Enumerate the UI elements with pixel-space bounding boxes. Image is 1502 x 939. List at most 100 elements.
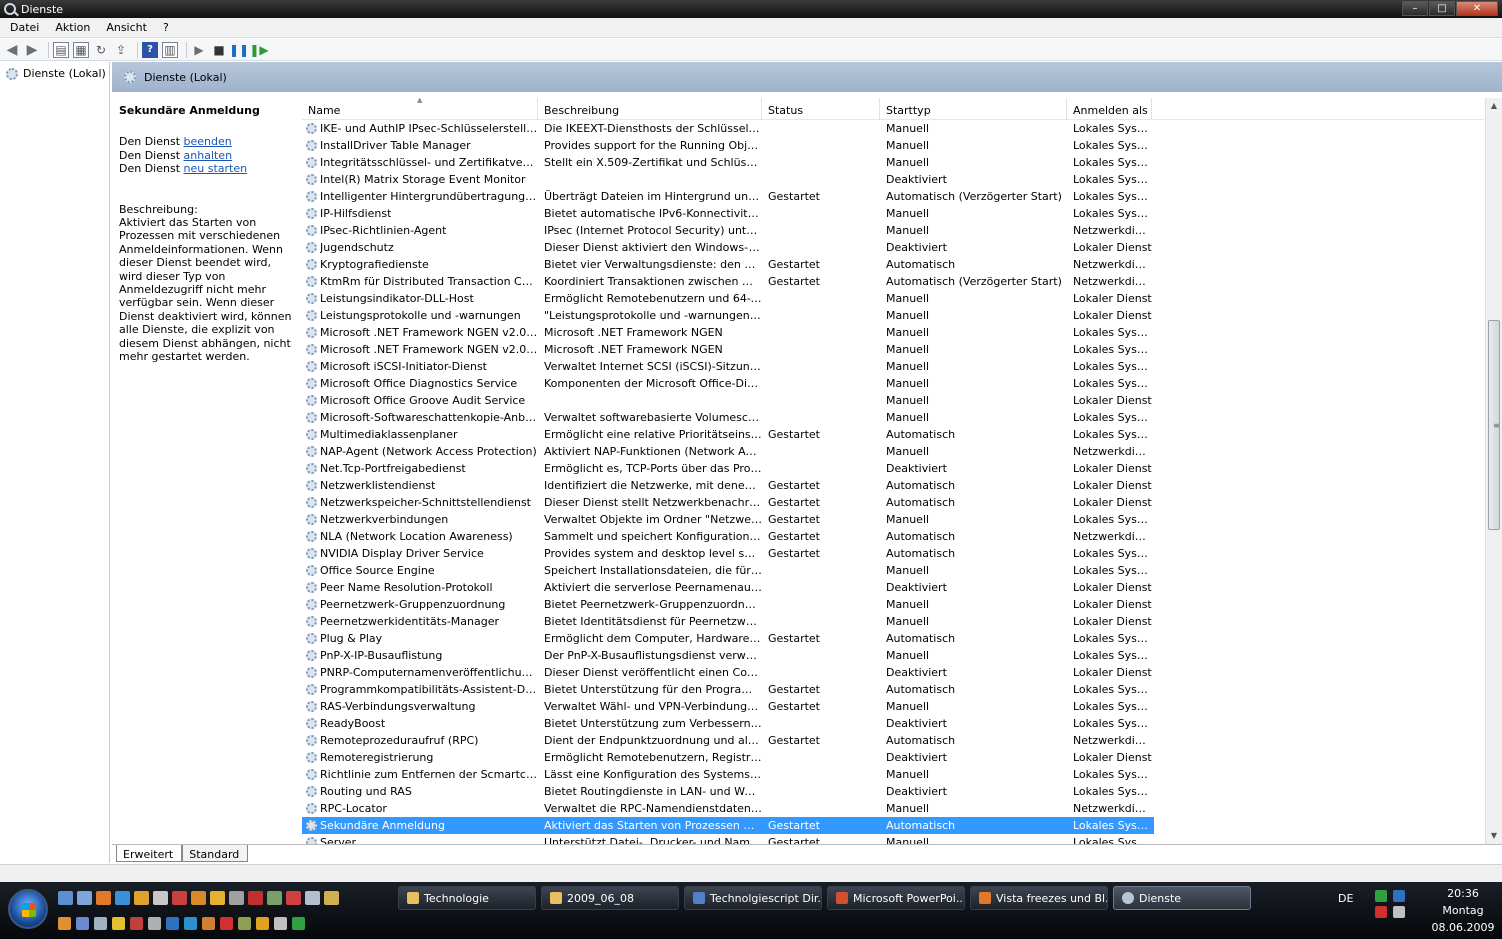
app-icon[interactable]: [274, 917, 287, 930]
table-row[interactable]: Intelligenter Hintergrundübertragungsdie…: [302, 188, 1484, 205]
properties-icon[interactable]: ▦: [73, 41, 89, 58]
table-row[interactable]: Plug & Play Ermöglicht dem Computer, Hard…: [302, 630, 1484, 647]
table-row[interactable]: Routing und RAS Bietet Routingdienste in …: [302, 783, 1484, 800]
table-row[interactable]: Peernetzwerk-Gruppenzuordnung Bietet Peer…: [302, 596, 1484, 613]
table-row[interactable]: NVIDIA Display Driver Service Provides sy…: [302, 545, 1484, 562]
app-icon[interactable]: [58, 917, 71, 930]
table-row[interactable]: PNRP-Computernamenveröffentlichungs-... D…: [302, 664, 1484, 681]
start-service-icon[interactable]: ▶: [191, 42, 207, 58]
app-icon[interactable]: [267, 891, 282, 905]
volume-icon[interactable]: [1393, 906, 1405, 918]
stop-service-icon[interactable]: ■: [211, 42, 227, 58]
refresh-icon[interactable]: ↻: [93, 42, 109, 58]
export-list-icon[interactable]: ⇪: [113, 42, 129, 58]
app-icon[interactable]: [286, 891, 301, 905]
table-row[interactable]: Richtlinie zum Entfernen der Scmartcard L…: [302, 766, 1484, 783]
back-icon[interactable]: ◀: [4, 42, 20, 58]
window-switch-icon[interactable]: [77, 891, 92, 905]
table-row[interactable]: Kryptografiedienste Bietet vier Verwaltun…: [302, 256, 1484, 273]
table-row[interactable]: Server Unterstützt Datei-, Drucker- und N…: [302, 834, 1484, 844]
help-icon[interactable]: ?: [142, 41, 158, 58]
scroll-thumb[interactable]: ≡: [1488, 320, 1500, 530]
tab-standard[interactable]: Standard: [182, 845, 249, 862]
menu-aktion[interactable]: Aktion: [47, 21, 98, 34]
table-row[interactable]: IPsec-Richtlinien-Agent IPsec (Internet P…: [302, 222, 1484, 239]
app-icon[interactable]: [248, 891, 263, 905]
table-row[interactable]: ReadyBoost Bietet Unterstützung zum Verbe…: [302, 715, 1484, 732]
table-row[interactable]: RAS-Verbindungsverwaltung Verwaltet Wähl-…: [302, 698, 1484, 715]
minimize-button[interactable]: –: [1402, 1, 1428, 16]
start-button[interactable]: [8, 889, 48, 929]
maximize-button[interactable]: □: [1429, 1, 1455, 16]
desktop-icon[interactable]: [58, 891, 73, 905]
app-icon[interactable]: [76, 917, 89, 930]
security-icon[interactable]: [1375, 906, 1387, 918]
table-row[interactable]: Multimediaklassenplaner Ermöglicht eine r…: [302, 426, 1484, 443]
menu-datei[interactable]: Datei: [2, 21, 47, 34]
table-row[interactable]: Integritätsschlüssel- und Zertifikatverw…: [302, 154, 1484, 171]
table-row[interactable]: Office Source Engine Speichert Installati…: [302, 562, 1484, 579]
table-row[interactable]: Microsoft .NET Framework NGEN v2.0.5072.…: [302, 341, 1484, 358]
forward-icon[interactable]: ▶: [24, 42, 40, 58]
menu-ansicht[interactable]: Ansicht: [98, 21, 155, 34]
app-icon[interactable]: [220, 917, 233, 930]
language-indicator[interactable]: DE: [1338, 892, 1353, 905]
firefox-icon[interactable]: [96, 891, 111, 905]
app-icon[interactable]: [292, 917, 305, 930]
help-view-icon[interactable]: ▥: [162, 41, 178, 58]
internet-explorer-icon[interactable]: [115, 891, 130, 905]
table-row[interactable]: RPC-Locator Verwaltet die RPC-Namendienst…: [302, 800, 1484, 817]
scroll-down-icon[interactable]: ▼: [1486, 828, 1502, 844]
tree-item-dienste-lokal[interactable]: Dienste (Lokal): [0, 62, 109, 80]
table-row[interactable]: Microsoft-Softwareschattenkopie-Anbieter…: [302, 409, 1484, 426]
table-row[interactable]: KtmRm für Distributed Transaction Coordi…: [302, 273, 1484, 290]
table-row[interactable]: Microsoft iSCSI-Initiator-Dienst Verwalte…: [302, 358, 1484, 375]
restart-service-icon[interactable]: ❚▶: [249, 42, 268, 58]
close-button[interactable]: ✕: [1456, 1, 1498, 16]
task-2009-06-08[interactable]: 2009_06_08: [541, 886, 679, 910]
app-icon[interactable]: [130, 917, 143, 930]
table-row[interactable]: IKE- und AuthIP IPsec-Schlüsselerstellun…: [302, 120, 1484, 137]
pause-service-link[interactable]: anhalten: [184, 149, 233, 162]
app-icon[interactable]: [256, 917, 269, 930]
app-icon[interactable]: [210, 891, 225, 905]
app-icon[interactable]: [184, 917, 197, 930]
app-icon[interactable]: [148, 917, 161, 930]
table-row[interactable]: Net.Tcp-Portfreigabedienst Ermöglicht es,…: [302, 460, 1484, 477]
task-powerpoint[interactable]: Microsoft PowerPoi...: [827, 886, 965, 910]
app-icon[interactable]: [229, 891, 244, 905]
column-description[interactable]: Beschreibung: [538, 98, 762, 120]
app-icon[interactable]: [166, 917, 179, 930]
table-row[interactable]: Microsoft .NET Framework NGEN v2.0.5072.…: [302, 324, 1484, 341]
pause-service-icon[interactable]: ❚❚: [229, 42, 249, 58]
app-icon[interactable]: [305, 891, 320, 905]
app-icon[interactable]: [153, 891, 168, 905]
vertical-scrollbar[interactable]: ▲ ≡ ▼: [1485, 98, 1502, 844]
app-icon[interactable]: [324, 891, 339, 905]
table-row[interactable]: Microsoft Office Groove Audit Service Man…: [302, 392, 1484, 409]
table-row[interactable]: InstallDriver Table Manager Provides supp…: [302, 137, 1484, 154]
table-row[interactable]: Intel(R) Matrix Storage Event Monitor Dea…: [302, 171, 1484, 188]
app-icon[interactable]: [172, 891, 187, 905]
table-row[interactable]: IP-Hilfsdienst Bietet automatische IPv6-K…: [302, 205, 1484, 222]
table-row[interactable]: Remoteprozeduraufruf (RPC) Dient der Endp…: [302, 732, 1484, 749]
app-icon[interactable]: [94, 917, 107, 930]
restart-service-link[interactable]: neu starten: [184, 162, 248, 175]
table-row[interactable]: NLA (Network Location Awareness) Sammelt …: [302, 528, 1484, 545]
table-row[interactable]: Leistungsprotokolle und -warnungen "Leist…: [302, 307, 1484, 324]
column-starttype[interactable]: Starttyp: [880, 98, 1067, 120]
app-icon[interactable]: [202, 917, 215, 930]
app-icon[interactable]: [238, 917, 251, 930]
show-tree-icon[interactable]: ▤: [53, 41, 69, 58]
tab-erweitert[interactable]: Erweitert: [116, 845, 183, 862]
tray-app-icon[interactable]: [1375, 890, 1387, 902]
app-icon[interactable]: [112, 917, 125, 930]
table-row[interactable]: PnP-X-IP-Busauflistung Der PnP-X-Busaufli…: [302, 647, 1484, 664]
table-row[interactable]: Remoteregistrierung Ermöglicht Remotebenu…: [302, 749, 1484, 766]
app-icon[interactable]: [191, 891, 206, 905]
task-vista-freezes[interactable]: Vista freezes und Bl...: [970, 886, 1108, 910]
table-row[interactable]: Netzwerkverbindungen Verwaltet Objekte im…: [302, 511, 1484, 528]
menu-help[interactable]: ?: [155, 21, 177, 34]
column-status[interactable]: Status: [762, 98, 880, 120]
scroll-up-icon[interactable]: ▲: [1486, 98, 1502, 114]
